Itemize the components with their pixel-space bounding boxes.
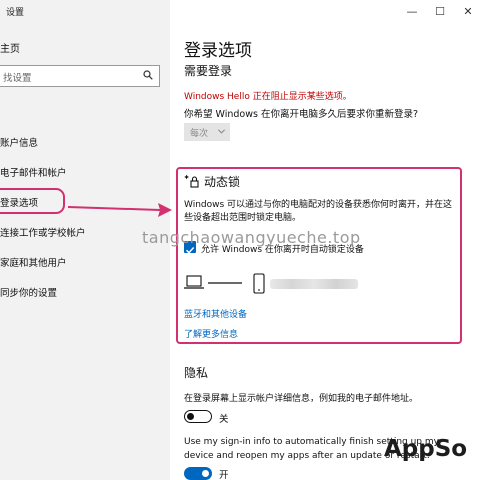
toggle-knob [202, 470, 209, 477]
phone-icon [253, 273, 265, 294]
chevron-down-icon [217, 129, 226, 134]
settings-search-input[interactable]: 找设置 [0, 65, 160, 87]
page-title: 登录选项 [184, 41, 252, 61]
sidebar-item-sign-in-options[interactable]: 登录选项 [0, 195, 38, 209]
toggle-knob [187, 412, 194, 420]
dynamic-lock-icon [184, 174, 199, 188]
account-details-toggle-label: 关 [219, 414, 229, 425]
search-placeholder: 找设置 [3, 73, 32, 84]
sidebar-item-email-accounts[interactable]: 电子邮件和帐户 [0, 165, 67, 179]
account-details-toggle[interactable] [184, 410, 212, 423]
window-title: 设置 [6, 8, 25, 18]
sign-in-info-toggle-label: 开 [219, 470, 229, 480]
sidebar-item-sync[interactable]: 同步你的设置 [0, 285, 57, 299]
sidebar-home[interactable]: 主页 [0, 40, 20, 55]
bluetooth-devices-link[interactable]: 蓝牙和其他设备 [184, 307, 247, 320]
hello-warning: Windows Hello 正在阻止显示某些选项。 [184, 92, 352, 102]
search-icon [143, 70, 153, 80]
dropdown-value: 每次 [190, 129, 209, 139]
learn-more-link[interactable]: 了解更多信息 [184, 327, 238, 340]
title-bar: 设置 — ☐ ✕ [0, 0, 480, 24]
brand-logo: AppSo [384, 436, 468, 462]
sign-in-info-toggle[interactable] [184, 467, 212, 480]
watermark-text: tangchaowangyueche.top [142, 228, 361, 247]
sidebar-item-work-school[interactable]: 连接工作或学校帐户 [0, 225, 86, 239]
privacy-description: 在登录屏幕上显示帐户详细信息，例如我的电子邮件地址。 [184, 394, 419, 404]
dynamic-lock-title: 动态锁 [204, 175, 241, 189]
dynamic-lock-description: Windows 可以通过与你的电脑配对的设备获悉你何时离开，并在这些设备超出范围… [184, 200, 453, 223]
section-require-sign-in: 需要登录 [184, 64, 233, 78]
device-name-redacted [270, 279, 358, 289]
require-sign-in-dropdown[interactable]: 每次 [184, 123, 230, 141]
sidebar-item-family[interactable]: 家庭和其他用户 [0, 255, 67, 269]
maximize-button[interactable]: ☐ [426, 2, 454, 22]
require-sign-in-question: 你希望 Windows 在你离开电脑多久后要求你重新登录? [184, 109, 418, 120]
minimize-button[interactable]: — [398, 2, 426, 22]
laptop-icon [184, 275, 204, 289]
privacy-title: 隐私 [184, 366, 209, 380]
close-button[interactable]: ✕ [454, 2, 480, 22]
sidebar-item-account-info[interactable]: 账户信息 [0, 135, 38, 149]
